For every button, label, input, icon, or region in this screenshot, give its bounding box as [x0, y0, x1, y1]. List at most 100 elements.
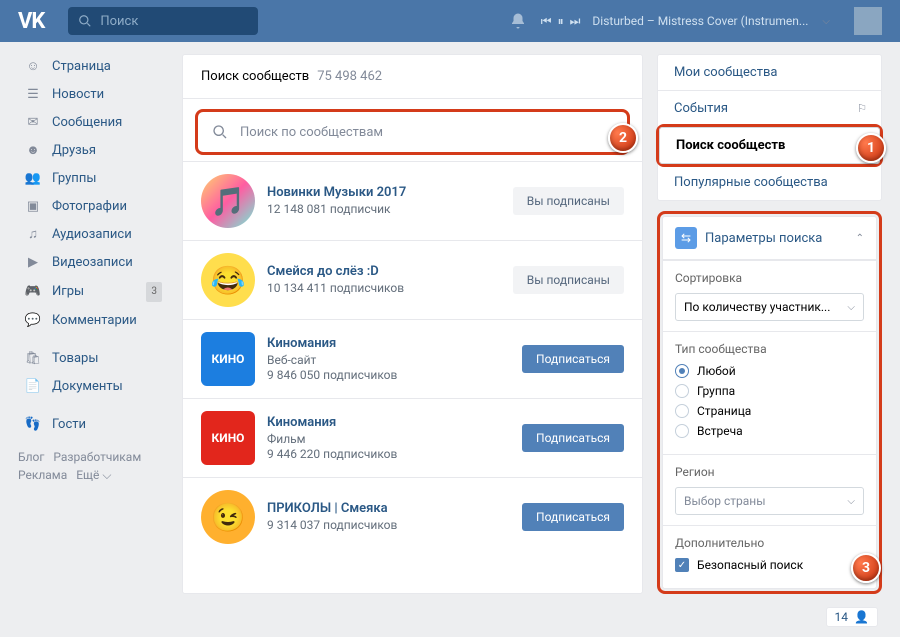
communities-panel: Поиск сообществ 75 498 462 Поиск по сооб… — [182, 54, 643, 594]
community-subtitle: Фильм — [267, 432, 510, 447]
community-avatar[interactable]: КИНО — [201, 411, 255, 465]
subscribed-button[interactable]: Вы подписаны — [513, 187, 624, 215]
nav-item-guests[interactable]: 👣Гости — [18, 412, 168, 438]
subscribed-button[interactable]: Вы подписаны — [513, 266, 624, 294]
type-group[interactable]: Группа — [675, 384, 864, 398]
track-title[interactable]: Disturbed – Mistress Cover (Instrumen... — [592, 14, 808, 28]
community-title[interactable]: ПРИКОЛЫ | Смеяка — [267, 501, 510, 516]
community-row: 🎵 Новинки Музыки 2017 12 148 081 подписчик… — [183, 161, 642, 240]
user-icon: ☺ — [24, 58, 42, 76]
community-avatar[interactable]: 😉 — [201, 490, 255, 544]
nav-item-groups[interactable]: 👥Группы — [18, 166, 168, 192]
community-search-placeholder: Поиск по сообществам — [240, 125, 383, 140]
community-subscribers: 9 446 220 подписчиков — [267, 447, 510, 462]
community-meta: ПРИКОЛЫ | Смеяка9 314 037 подписчиков — [267, 501, 510, 533]
params-region: Регион Выбор страны ⌵ — [663, 454, 876, 525]
pause-icon[interactable]: ⏸ — [558, 14, 564, 29]
nav-item-market[interactable]: 🛍Товары — [18, 346, 168, 372]
search-icon — [78, 14, 92, 28]
link-blog[interactable]: Блог — [18, 450, 44, 464]
nav-item-comments[interactable]: 💬Комментарии — [18, 308, 168, 334]
user-avatar[interactable] — [854, 7, 882, 35]
params-sort: Сортировка По количеству участник... ⌵ — [663, 260, 876, 331]
community-subtitle: Веб-сайт — [267, 353, 510, 368]
nav-item-page[interactable]: ☺Страница — [18, 54, 168, 80]
flag-icon: ⚐ — [857, 102, 867, 115]
nav-item-friends[interactable]: ☻Друзья — [18, 138, 168, 164]
nav-item-photos[interactable]: ▣Фотографии — [18, 194, 168, 220]
message-icon: ✉ — [24, 114, 42, 132]
community-subtitle: 12 148 081 подписчик — [267, 202, 501, 217]
community-row: 😉 ПРИКОЛЫ | Смеяка9 314 037 подписчиков По… — [183, 477, 642, 556]
subscribe-button[interactable]: Подписаться — [522, 345, 624, 373]
community-avatar[interactable]: 😂 — [201, 253, 255, 307]
panel-title: Поиск сообществ — [201, 69, 309, 84]
next-icon[interactable]: ⏭ — [570, 14, 581, 29]
community-meta: Киномания Фильм9 446 220 подписчиков — [267, 415, 510, 462]
callout-1: 1 — [856, 133, 886, 163]
rmenu-search[interactable]: Поиск сообществ — [659, 127, 880, 164]
panel-count: 75 498 462 — [317, 69, 382, 84]
callout-3: 3 — [851, 553, 881, 583]
link-ads[interactable]: Реклама — [18, 468, 67, 482]
nav-item-docs[interactable]: 📄Документы — [18, 374, 168, 400]
rmenu-my[interactable]: Мои сообщества — [658, 55, 881, 90]
community-meta: Новинки Музыки 2017 12 148 081 подписчик — [267, 185, 501, 217]
right-menu: Мои сообщества События⚐ Поиск сообществ … — [657, 54, 882, 201]
chevron-down-icon: ⌵ — [847, 496, 855, 507]
search-icon — [212, 124, 228, 140]
type-page[interactable]: Страница — [675, 404, 864, 418]
global-search[interactable]: Поиск — [68, 7, 258, 35]
comment-icon: 💬 — [24, 312, 42, 330]
notifications-icon[interactable] — [509, 12, 527, 30]
doc-icon: 📄 — [24, 378, 42, 396]
link-dev[interactable]: Разработчикам — [53, 450, 141, 464]
friends-icon: ☻ — [24, 142, 42, 160]
params-extra: Дополнительно ✓ Безопасный поиск — [663, 525, 876, 588]
community-row: КИНОКиноманияВеб-сайт9 846 050 подписчик… — [183, 319, 642, 398]
prev-icon[interactable]: ⏮ — [541, 14, 552, 29]
callout-2: 2 — [608, 123, 638, 153]
radio-icon — [675, 404, 689, 418]
type-label: Тип сообщества — [675, 342, 864, 356]
extra-label: Дополнительно — [675, 536, 864, 550]
params-header[interactable]: ⇆ Параметры поиска ⌃ — [663, 217, 876, 260]
chat-bar[interactable]: 14 👤 — [826, 607, 878, 627]
sort-label: Сортировка — [675, 271, 864, 285]
community-title[interactable]: Киномания — [267, 415, 510, 430]
community-meta: КиноманияВеб-сайт9 846 050 подписчиков — [267, 336, 510, 383]
left-nav: ☺Страница ☰Новости ✉Сообщения ☻Друзья 👥Г… — [18, 54, 168, 594]
nav-item-news[interactable]: ☰Новости — [18, 82, 168, 108]
community-meta: Смейся до слёз :D10 134 411 подписчиков — [267, 264, 501, 296]
subscribe-button[interactable]: Подписаться — [522, 503, 624, 531]
type-event[interactable]: Встреча — [675, 424, 864, 438]
community-title[interactable]: Киномания — [267, 336, 510, 351]
safe-search-toggle[interactable]: ✓ Безопасный поиск — [675, 558, 864, 572]
nav-item-messages[interactable]: ✉Сообщения — [18, 110, 168, 136]
groups-icon: 👥 — [24, 170, 42, 188]
community-title[interactable]: Смейся до слёз :D — [267, 264, 501, 279]
feed-icon: ☰ — [24, 86, 42, 104]
nav-item-audio[interactable]: ♫Аудиозаписи — [18, 222, 168, 248]
nav-item-video[interactable]: ▶Видеозаписи — [18, 250, 168, 276]
rmenu-popular[interactable]: Популярные сообщества — [658, 165, 881, 200]
nav-item-games[interactable]: 🎮Игры3 — [18, 278, 168, 306]
community-search[interactable]: Поиск по сообществам — [195, 109, 630, 155]
subscribe-button[interactable]: Подписаться — [522, 424, 624, 452]
community-avatar[interactable]: 🎵 — [201, 174, 255, 228]
radio-icon — [675, 364, 689, 378]
game-icon: 🎮 — [24, 283, 42, 301]
sliders-icon: ⇆ — [675, 227, 697, 249]
vk-logo[interactable]: VK — [18, 9, 44, 34]
rmenu-events[interactable]: События⚐ — [658, 90, 881, 126]
link-more[interactable]: Ещё ⌵ — [76, 468, 111, 482]
type-any[interactable]: Любой — [675, 364, 864, 378]
sort-select[interactable]: По количеству участник... ⌵ — [675, 293, 864, 321]
community-row: 😂 Смейся до слёз :D10 134 411 подписчиков… — [183, 240, 642, 319]
community-avatar[interactable]: КИНО — [201, 332, 255, 386]
audio-player: ⏮ ⏸ ⏭ Disturbed – Mistress Cover (Instru… — [541, 14, 809, 29]
header: VK Поиск ⏮ ⏸ ⏭ Disturbed – Mistress Cove… — [0, 0, 900, 42]
region-select[interactable]: Выбор страны ⌵ — [675, 487, 864, 515]
user-menu-chevron-icon[interactable]: ⌵ — [822, 16, 830, 27]
community-title[interactable]: Новинки Музыки 2017 — [267, 185, 501, 200]
